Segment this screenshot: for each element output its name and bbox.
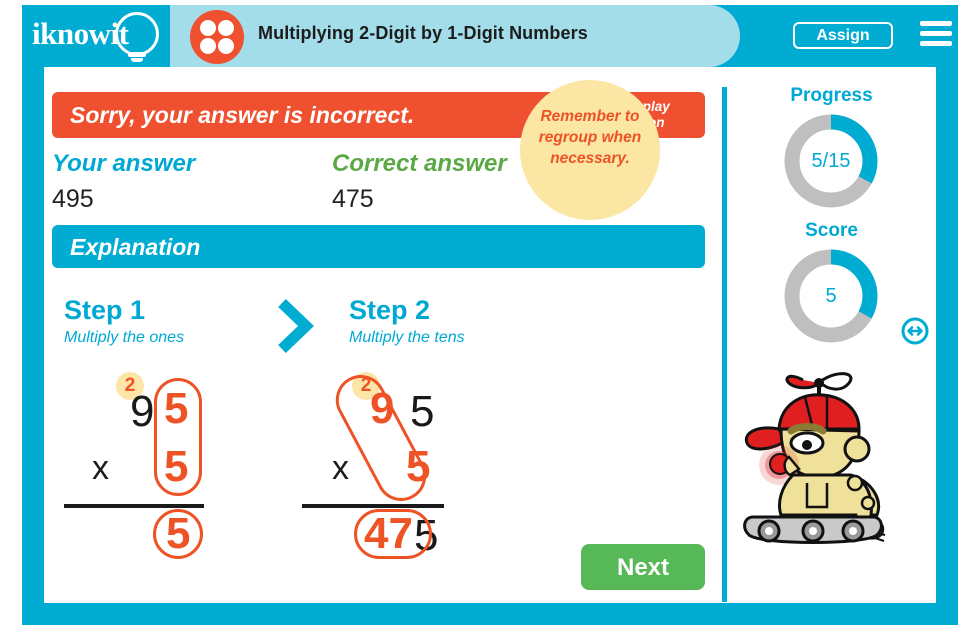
app-logo[interactable]: iknowit [32, 12, 172, 62]
step-2-product-highlight [354, 509, 432, 559]
chevron-right-icon [272, 297, 316, 355]
step-1-ones-column-highlight [154, 378, 202, 496]
four-dots-icon [190, 10, 244, 64]
frame-bottom-border [22, 603, 958, 625]
logo-text: iknowit [32, 16, 129, 51]
explanation-header: Explanation [52, 225, 705, 268]
your-answer-value: 495 [52, 185, 94, 213]
step-1-title: Step 1 [64, 295, 146, 325]
score-value: 5 [825, 285, 837, 307]
incorrect-answer-banner: Sorry, your answer is incorrect. [52, 92, 604, 138]
next-button-label: Next [616, 554, 670, 581]
step-2-top-ones-digit: 5 [410, 387, 435, 436]
lightbulb-icon [115, 12, 159, 56]
hamburger-menu-icon[interactable] [920, 21, 952, 47]
dot-top-left [200, 20, 216, 36]
incorrect-answer-text: Sorry, your answer is incorrect. [70, 102, 415, 128]
sidebar: Progress 5/15 Score 5 [727, 67, 936, 603]
progress-value: 5/15 [811, 150, 851, 172]
correct-answer-label: Correct answer [332, 150, 507, 177]
hamburger-line-2 [920, 31, 952, 36]
step-2-subtitle: Multiply the tens [349, 329, 465, 346]
assign-button[interactable]: Assign [793, 22, 893, 49]
step-2-answer-rule [302, 504, 444, 508]
step-1-subtitle: Multiply the ones [64, 329, 185, 346]
app-window: iknowit Multiplying 2-Digit by 1-Digit N… [0, 0, 980, 640]
frame-right-border [936, 62, 958, 625]
robot-mascot-icon [735, 357, 930, 547]
content-area: Sorry, your answer is incorrect. Redispl… [44, 67, 936, 603]
your-answer-label: Your answer [52, 150, 196, 177]
step-2-title: Step 2 [349, 295, 431, 325]
dot-bottom-right [218, 38, 234, 54]
dot-top-right [218, 20, 234, 36]
step-1-top-tens-digit: 9 [130, 387, 155, 436]
page-title: Multiplying 2-Digit by 1-Digit Numbers [258, 23, 588, 43]
dot-bottom-left [200, 38, 216, 54]
step-1-product-highlight [153, 509, 203, 559]
swap-arrows-icon[interactable] [901, 317, 929, 345]
progress-donut: 5/15 [782, 112, 880, 210]
score-label: Score [805, 220, 858, 241]
explanation-heading: Explanation [70, 234, 201, 260]
hint-text: Remember to regroup when necessary. [538, 108, 642, 167]
frame-left-border [22, 62, 44, 625]
step-1-times-sign: x [92, 449, 109, 487]
step-2-times-sign: x [332, 449, 349, 487]
lightbulb-base-lower-icon [131, 58, 143, 62]
hint-bubble: Remember to regroup when necessary. [520, 80, 660, 220]
lightbulb-base-icon [128, 52, 146, 57]
progress-label: Progress [790, 85, 873, 106]
step-1-answer-rule [64, 504, 204, 508]
score-donut: 5 [782, 247, 880, 345]
next-button[interactable]: Next [581, 544, 705, 590]
hamburger-line-1 [920, 21, 952, 26]
hamburger-line-3 [920, 41, 952, 46]
correct-answer-value: 475 [332, 185, 374, 213]
